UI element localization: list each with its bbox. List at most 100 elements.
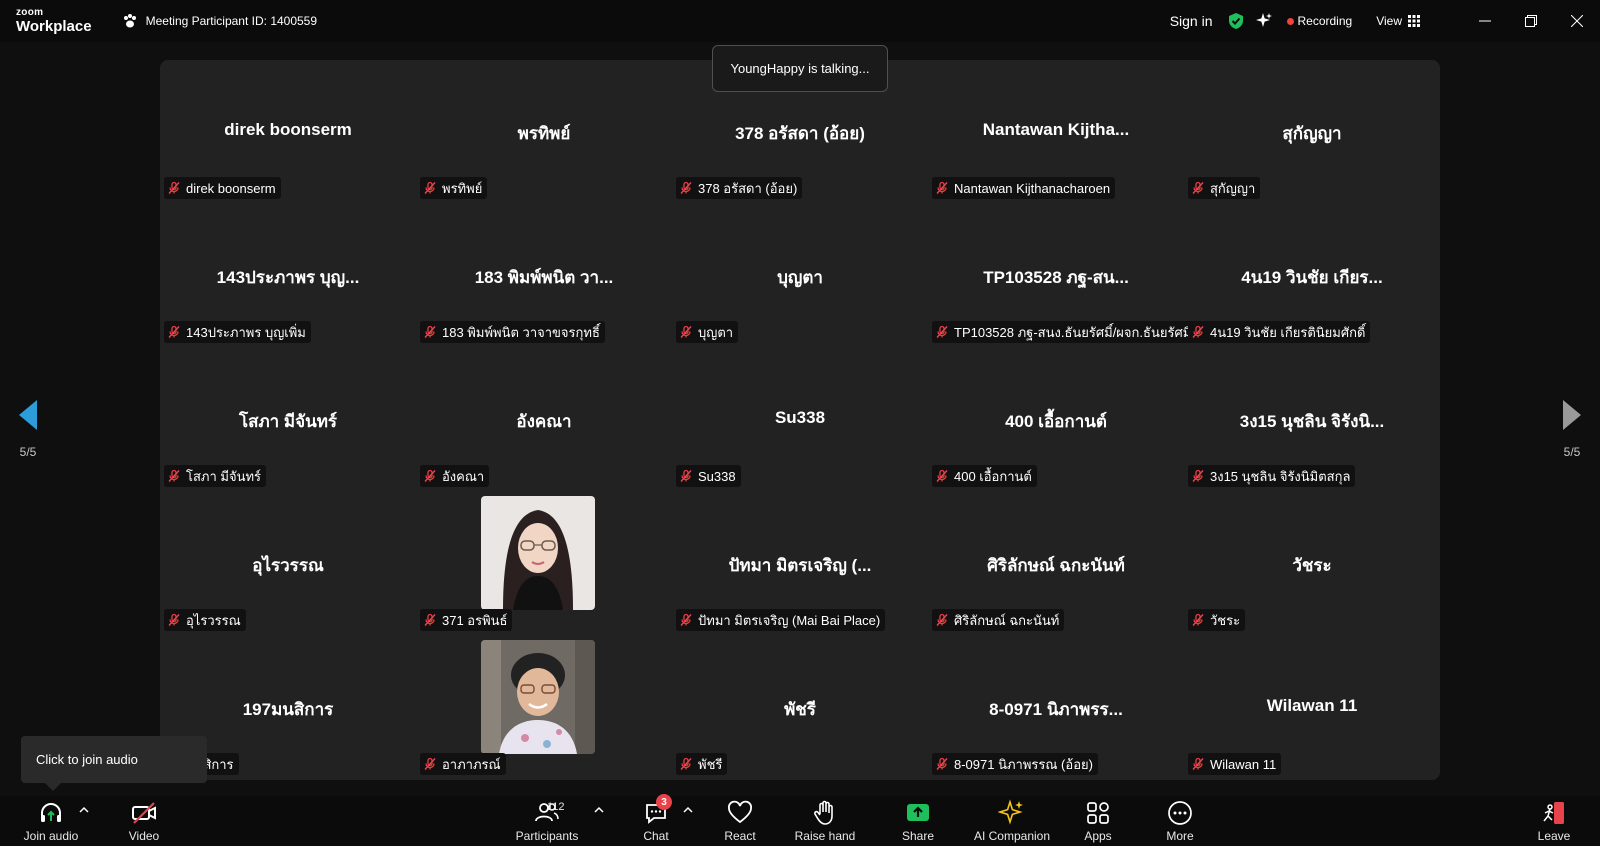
participant-name-label: 400 เอื้อกานต์ bbox=[954, 468, 1032, 484]
ai-sparkle-icon[interactable] bbox=[1255, 12, 1273, 30]
muted-mic-icon bbox=[424, 469, 436, 483]
participant-display-name: 143ประภาพร บุญ... bbox=[216, 268, 360, 287]
participant-display-name: TP103528 ภฐ-สน... bbox=[983, 268, 1129, 287]
chat-options-caret-icon[interactable] bbox=[682, 804, 694, 816]
participant-name-label: 4น19 วินชัย เกียรตินิยมศักดิ์ bbox=[1210, 324, 1366, 340]
participant-name-tag: TP103528 ภฐ-สนง.ธันยรัศมิ์/ผจก.ธันยรัศมิ… bbox=[932, 321, 1197, 343]
muted-mic-icon bbox=[424, 325, 436, 339]
participant-tile[interactable]: บุญตา บุญตา bbox=[672, 204, 928, 348]
minimize-button[interactable] bbox=[1462, 0, 1508, 42]
sign-in-button[interactable]: Sign in bbox=[1170, 13, 1213, 29]
react-button[interactable]: React bbox=[720, 796, 760, 846]
participant-tile[interactable]: วัชระ วัชระ bbox=[1184, 492, 1440, 636]
chat-button[interactable]: 3 Chat bbox=[638, 794, 674, 846]
participant-tile[interactable]: โสภา มีจันทร์ โสภา มีจันทร์ bbox=[160, 348, 416, 492]
participant-name-tag: 3ง15 นุชลิน จิรังนิมิตสกุล bbox=[1188, 465, 1356, 487]
participant-name-label: TP103528 ภฐ-สนง.ธันยรัศมิ์/ผจก.ธันยรัศมิ… bbox=[954, 324, 1192, 340]
participant-name-tag: 400 เอื้อกานต์ bbox=[932, 465, 1037, 487]
participant-tile[interactable]: อุไรวรรณ อุไรวรรณ bbox=[160, 492, 416, 636]
participant-tile[interactable]: 143ประภาพร บุญ... 143ประภาพร บุญเพิ่ม bbox=[160, 204, 416, 348]
participant-display-name: Su338 bbox=[774, 408, 826, 427]
participant-name-label: พรทิพย์ bbox=[442, 180, 483, 196]
more-button[interactable]: More bbox=[1162, 796, 1198, 846]
audio-options-caret-icon[interactable] bbox=[78, 804, 90, 816]
title-bar: zoom Workplace Meeting Participant ID: 1… bbox=[0, 0, 1600, 42]
participant-name-label: 378 อรัสดา (อ้อย) bbox=[698, 180, 798, 196]
ai-companion-button[interactable]: AI Companion bbox=[972, 796, 1052, 846]
grid-view-icon[interactable] bbox=[1408, 15, 1420, 27]
participant-tile[interactable]: 4น19 วินชัย เกียร... 4น19 วินชัย เกียรติน… bbox=[1184, 204, 1440, 348]
participant-name-label: วัชระ bbox=[1210, 612, 1241, 628]
previous-page-button[interactable]: 5/5 bbox=[8, 400, 48, 459]
participant-display-name: วัชระ bbox=[1292, 556, 1332, 575]
participant-video-thumbnail bbox=[481, 640, 595, 754]
participant-tile[interactable]: สุกัญญา สุกัญญา bbox=[1184, 60, 1440, 204]
apps-button[interactable]: Apps bbox=[1080, 796, 1116, 846]
participant-name-tag: อังคณา bbox=[420, 465, 490, 487]
participant-tile[interactable]: ปัทมา มิตรเจริญ (... ปัทมา มิตรเจริญ (Mai… bbox=[672, 492, 928, 636]
participants-options-caret-icon[interactable] bbox=[593, 804, 605, 816]
participants-button[interactable]: 112 Participants bbox=[512, 796, 582, 846]
participant-name-tag: ปัทมา มิตรเจริญ (Mai Bai Place) bbox=[676, 609, 886, 631]
participant-name-label: 143ประภาพร บุญเพิ่ม bbox=[186, 324, 306, 340]
participant-tile[interactable]: 8-0971 นิภาพรร... 8-0971 นิภาพรรณ (อ้อย) bbox=[928, 636, 1184, 780]
participant-tile[interactable]: 400 เอื้อกานต์ 400 เอื้อกานต์ bbox=[928, 348, 1184, 492]
participant-display-name: พรทิพย์ bbox=[517, 124, 571, 143]
close-button[interactable] bbox=[1554, 0, 1600, 42]
raise-hand-button[interactable]: Raise hand bbox=[792, 796, 858, 846]
participant-name-label: Nantawan Kijthanacharoen bbox=[954, 180, 1111, 196]
more-icon bbox=[1168, 801, 1192, 825]
logo-bottom: Workplace bbox=[16, 18, 92, 35]
video-button[interactable]: Video bbox=[124, 796, 164, 846]
join-audio-button[interactable]: Join audio bbox=[22, 796, 80, 846]
participant-tile[interactable]: 371 อรพินธ์ bbox=[416, 492, 672, 636]
participant-name-tag: Wilawan 11 bbox=[1188, 753, 1282, 775]
participant-name-tag: direk boonserm bbox=[164, 177, 281, 199]
view-button[interactable]: View bbox=[1376, 14, 1402, 28]
restore-button[interactable] bbox=[1508, 0, 1554, 42]
participant-name-label: อาภาภรณ์ bbox=[442, 756, 501, 772]
muted-mic-icon bbox=[168, 613, 180, 627]
participant-tile[interactable]: อาภาภรณ์ bbox=[416, 636, 672, 780]
participant-tile[interactable]: พรทิพย์ พรทิพย์ bbox=[416, 60, 672, 204]
page-indicator-left: 5/5 bbox=[19, 445, 37, 459]
leave-button[interactable]: Leave bbox=[1536, 796, 1572, 846]
join-audio-label: Join audio bbox=[23, 829, 79, 843]
ai-companion-label: AI Companion bbox=[973, 829, 1051, 843]
participant-name-tag: 183 พิมพ์พนิต วาจาขจรกุทธิ์ bbox=[420, 321, 605, 343]
participant-display-name: Wilawan 11 bbox=[1266, 696, 1358, 715]
participant-tile[interactable]: TP103528 ภฐ-สน... TP103528 ภฐ-สนง.ธันยรัศ… bbox=[928, 204, 1197, 348]
participant-tile[interactable]: Nantawan Kijtha... Nantawan Kijthanacharo… bbox=[928, 60, 1184, 204]
participant-display-name: 8-0971 นิภาพรร... bbox=[989, 700, 1123, 719]
participant-tile[interactable]: อังคณา อังคณา bbox=[416, 348, 672, 492]
participant-name-label: สุกัญญา bbox=[1210, 180, 1256, 196]
share-button[interactable]: Share bbox=[898, 796, 938, 846]
participant-display-name: บุญตา bbox=[777, 268, 823, 287]
muted-mic-icon bbox=[168, 181, 180, 195]
participant-tile[interactable]: 3ง15 นุชลิน จิรังนิ... 3ง15 นุชลิน จิรังน… bbox=[1184, 348, 1440, 492]
participant-tile[interactable]: 183 พิมพ์พนิต วา... 183 พิมพ์พนิต วาจาขจร… bbox=[416, 204, 672, 348]
participant-tile[interactable]: Su338 Su338 bbox=[672, 348, 928, 492]
participant-display-name: 183 พิมพ์พนิต วา... bbox=[474, 268, 614, 287]
participant-name-label: โสภา มีจันทร์ bbox=[186, 468, 262, 484]
next-page-button[interactable]: 5/5 bbox=[1552, 400, 1592, 459]
participant-name-tag: ศิริลักษณ์ ฉกะนันท์ bbox=[932, 609, 1065, 631]
participant-name-label: บุญตา bbox=[698, 324, 734, 340]
shield-icon[interactable] bbox=[1227, 12, 1245, 30]
participant-name-label: พัชรี bbox=[698, 756, 723, 772]
participant-display-name: 3ง15 นุชลิน จิรังนิ... bbox=[1239, 412, 1385, 431]
participant-tile[interactable]: Wilawan 11 Wilawan 11 bbox=[1184, 636, 1440, 780]
leave-label: Leave bbox=[1537, 829, 1571, 843]
heart-icon bbox=[728, 800, 752, 824]
participant-tile[interactable]: พัชรี พัชรี bbox=[672, 636, 928, 780]
participant-tile[interactable]: ศิริลักษณ์ ฉกะนันท์ ศิริลักษณ์ ฉกะนันท์ bbox=[928, 492, 1184, 636]
more-label: More bbox=[1166, 829, 1194, 843]
muted-mic-icon bbox=[936, 469, 948, 483]
participant-display-name: โสภา มีจันทร์ bbox=[238, 412, 338, 431]
participants-count: 112 bbox=[547, 801, 565, 813]
muted-mic-icon bbox=[168, 325, 180, 339]
chat-label: Chat bbox=[643, 829, 669, 843]
participant-tile[interactable]: direk boonserm direk boonserm bbox=[160, 60, 416, 204]
participant-name-label: direk boonserm bbox=[186, 180, 276, 196]
right-arrow-icon bbox=[1563, 400, 1581, 430]
